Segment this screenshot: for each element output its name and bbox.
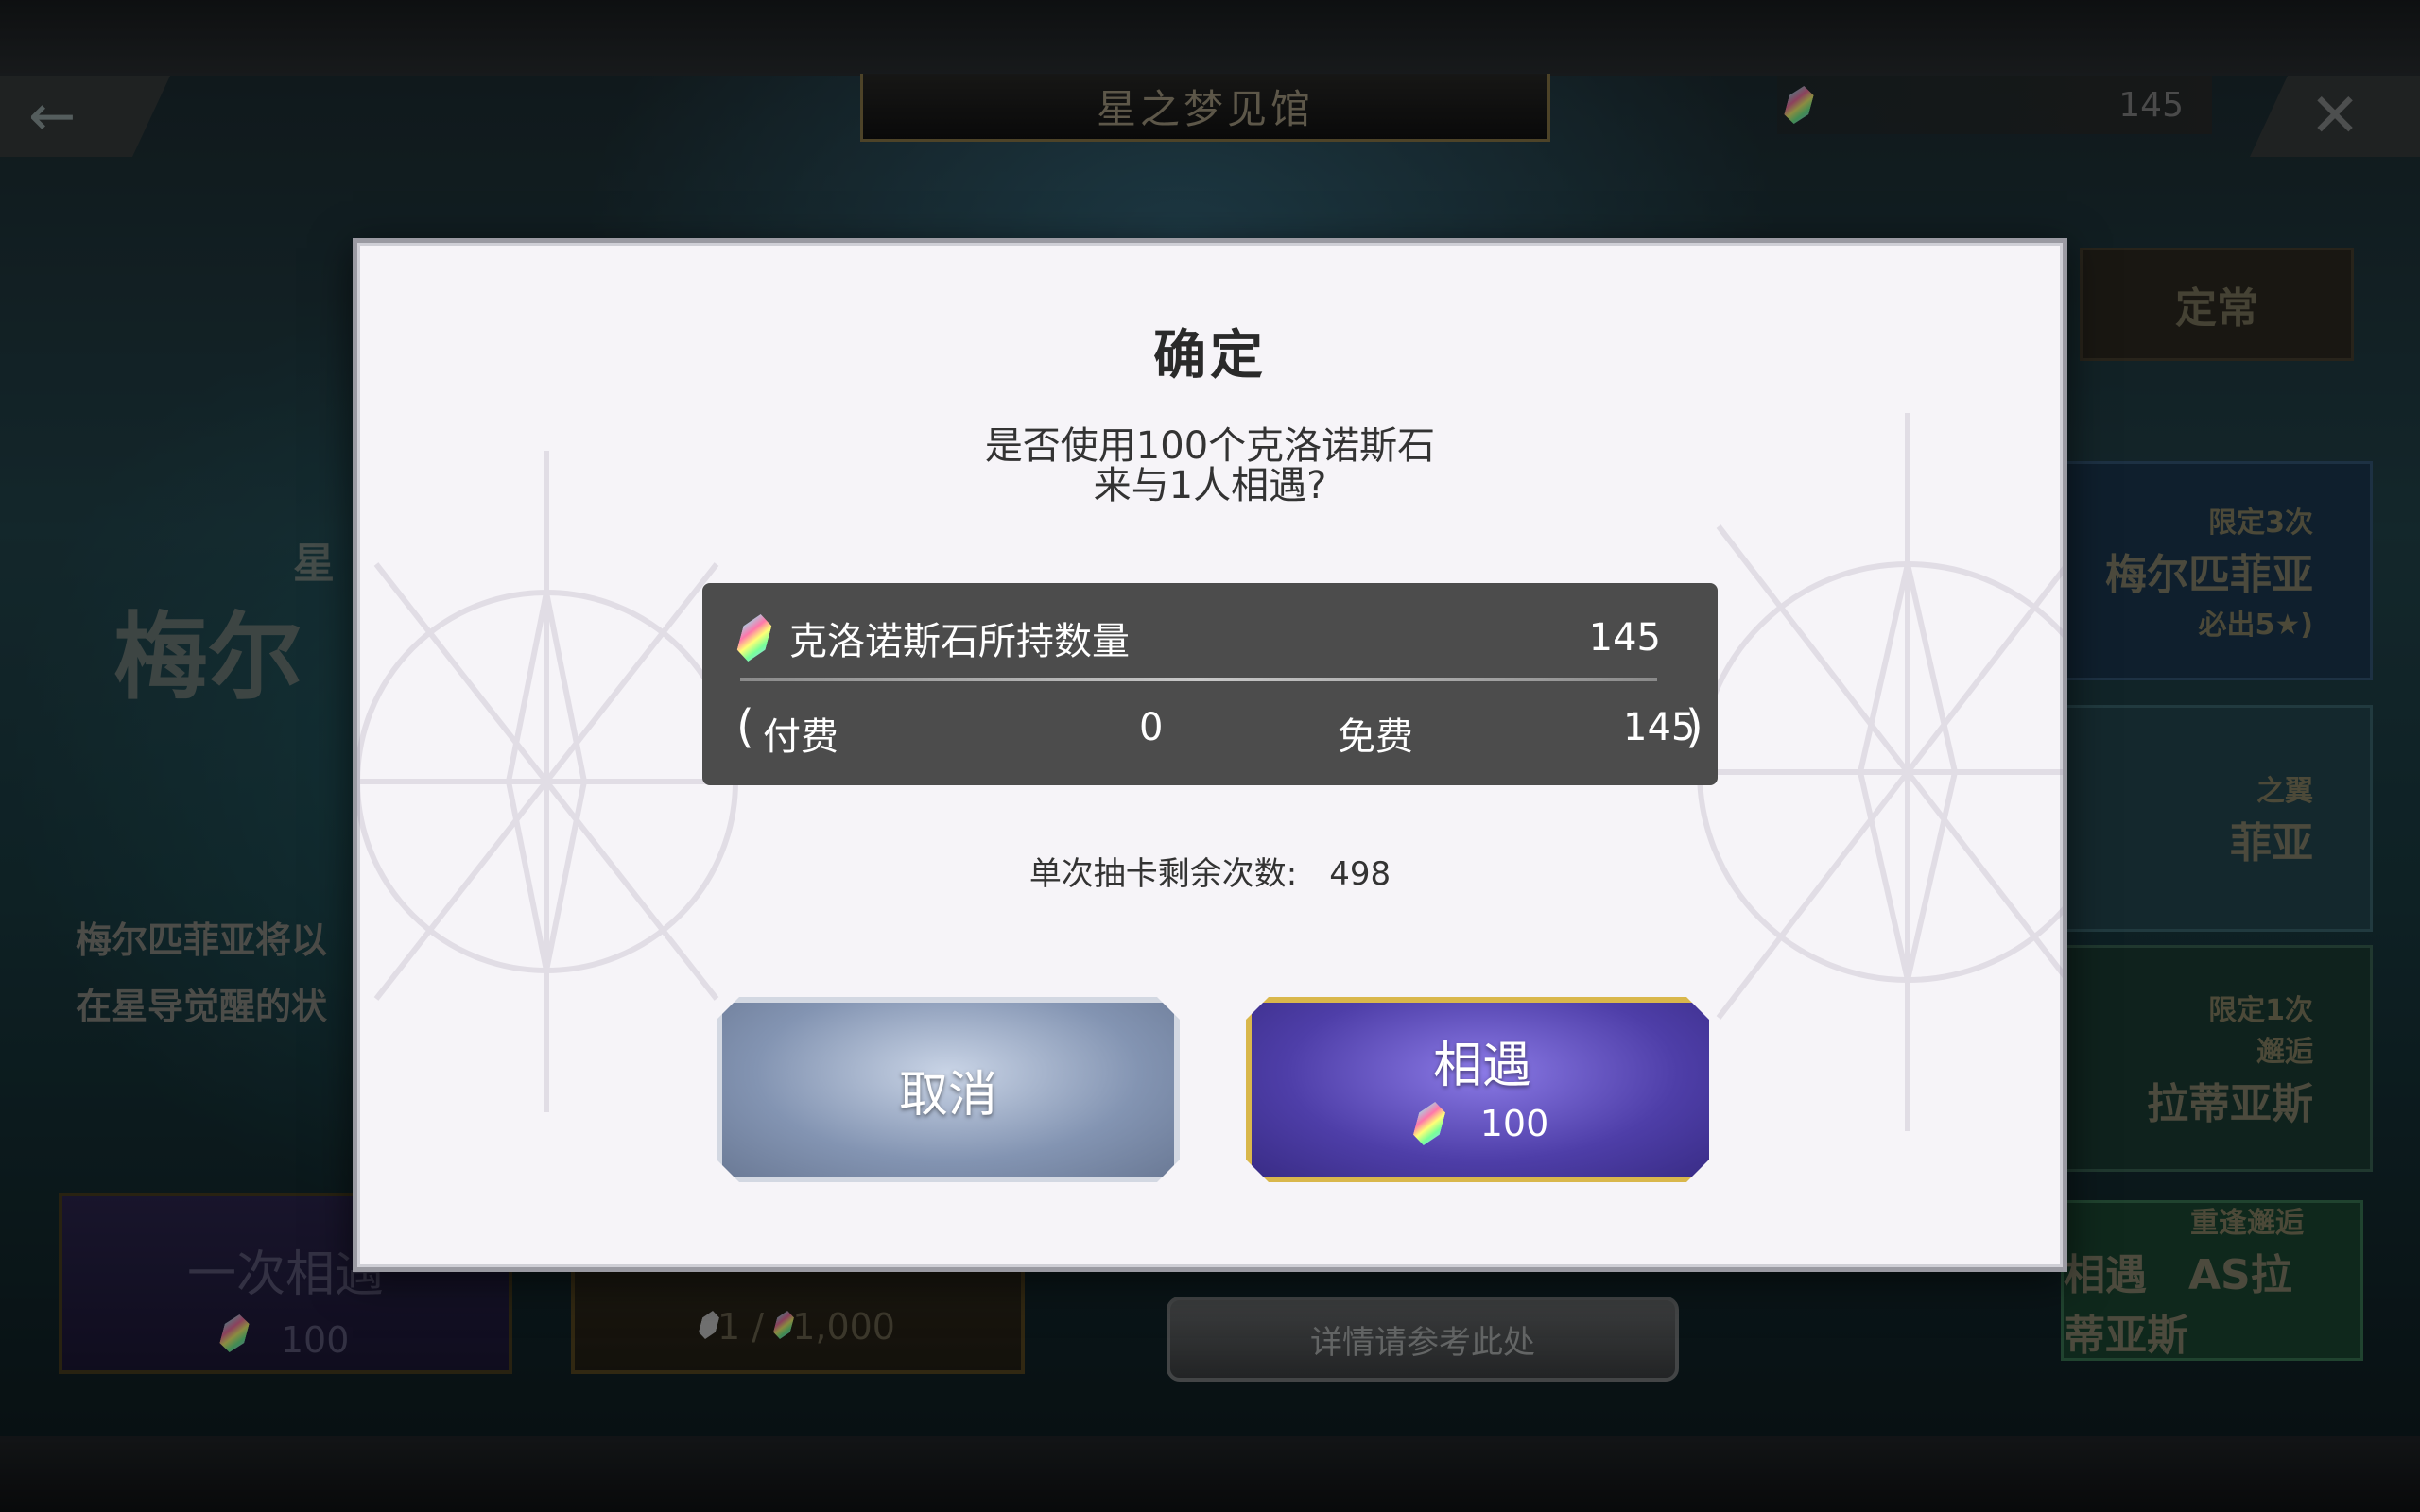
free-value: 145 xyxy=(1623,706,1696,749)
cancel-button[interactable]: 取消 xyxy=(717,997,1180,1182)
crystal-icon xyxy=(1410,1102,1448,1145)
open-paren: ( xyxy=(736,700,754,753)
free-label: 免费 xyxy=(1338,715,1413,759)
remaining-value: 498 xyxy=(1329,855,1392,893)
remaining-pulls: 单次抽卡剩余次数: 498 xyxy=(1028,855,1392,893)
dialog-message: 是否使用100个克洛诺斯石 来与1人相遇? xyxy=(984,424,1436,507)
paid-value: 0 xyxy=(1139,706,1164,749)
meet-cost: 100 xyxy=(1479,1102,1549,1144)
meet-button[interactable]: 相遇 100 xyxy=(1246,997,1709,1182)
dialog-title: 确定 xyxy=(1153,325,1267,387)
confirm-dialog: 确定 是否使用100个克洛诺斯石 来与1人相遇? 克洛诺斯石所持数量 145 (… xyxy=(353,238,2067,1272)
paid-label: 付费 xyxy=(763,715,838,759)
holdings-value: 145 xyxy=(1588,616,1661,660)
decorative-compass-right xyxy=(1662,413,2063,1131)
divider xyxy=(740,678,1657,681)
holdings-panel: 克洛诺斯石所持数量 145 ( 付费 0 免费 145 ) xyxy=(702,583,1718,785)
holdings-label: 克洛诺斯石所持数量 xyxy=(789,620,1130,663)
crystal-icon xyxy=(734,614,774,662)
close-paren: ) xyxy=(1685,700,1703,753)
